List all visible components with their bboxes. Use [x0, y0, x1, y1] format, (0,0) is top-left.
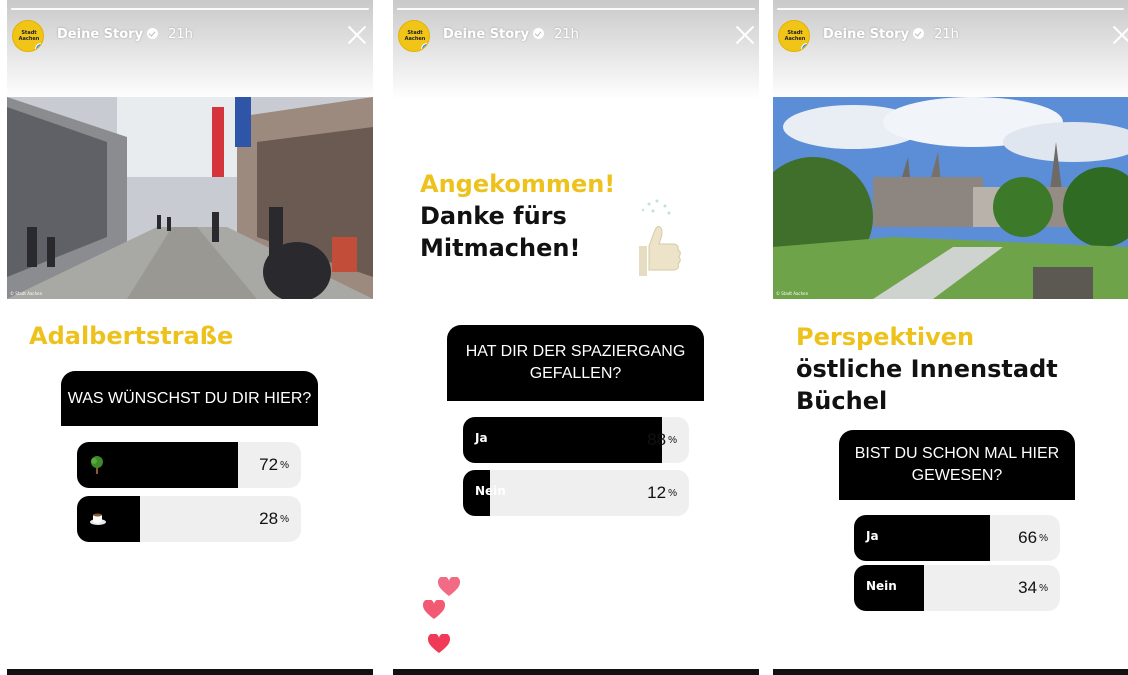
avatar-logo-text: Stadt Aachen: [784, 30, 806, 42]
bottom-bar: [7, 669, 373, 675]
verified-icon: [533, 28, 545, 39]
story-account-line: Deine Story 21h: [443, 27, 579, 42]
headline-line-2: Mitmachen!: [420, 234, 581, 262]
bottom-bar: [773, 669, 1128, 675]
story-header: Stadt Aachen + Deine Story 21h: [12, 20, 373, 52]
cityscape-photo: © Stadt Aachen: [773, 97, 1128, 299]
story-progress-bar: [397, 8, 755, 10]
story-account-name: Deine Story: [443, 27, 530, 42]
poll-question: HAT DIR DER SPAZIERGANG GEFALLEN?: [447, 325, 704, 401]
account-avatar[interactable]: Stadt Aachen +: [778, 20, 810, 52]
street-photo: © Stadt Aachen: [7, 97, 373, 299]
tree-icon: [89, 455, 105, 479]
story-time: 21h: [168, 27, 193, 42]
story-account-name: Deine Story: [823, 27, 910, 42]
poll-option-2[interactable]: 28%: [77, 496, 301, 542]
poll-option-percent: 28%: [259, 509, 289, 528]
story-header: Stadt Aachen + Deine Story 21h: [778, 20, 1128, 52]
poll-question-line-2: GEWESEN?: [911, 467, 1003, 484]
headline-line-1: Danke fürs: [420, 202, 567, 230]
story-account-line: Deine Story 21h: [823, 27, 959, 42]
photo-credit: © Stadt Aachen: [10, 291, 43, 296]
poll-option-fill: [463, 417, 662, 463]
add-story-plus-icon[interactable]: +: [35, 43, 43, 51]
poll-question-line-2: GEFALLEN?: [529, 365, 622, 382]
add-story-plus-icon[interactable]: +: [801, 43, 809, 51]
story-progress-bar: [11, 8, 369, 10]
story-panel-3[interactable]: © Stadt Aachen Stadt Aachen + Deine Stor…: [773, 0, 1128, 675]
story-progress-bar: [777, 8, 1124, 10]
poll-question: BIST DU SCHON MAL HIER GEWESEN?: [839, 430, 1075, 500]
photo-credit: © Stadt Aachen: [776, 291, 809, 296]
poll-question-line-1: BIST DU SCHON MAL HIER: [854, 445, 1060, 462]
close-icon[interactable]: [344, 22, 370, 48]
avatar-logo-text: Stadt Aachen: [18, 30, 40, 42]
poll-option-percent: 34%: [1018, 578, 1048, 597]
poll-question-line-1: HAT DIR DER SPAZIERGANG: [465, 343, 686, 360]
headline-title: Angekommen!: [420, 170, 616, 198]
verified-icon: [913, 28, 925, 39]
verified-icon: [147, 28, 159, 39]
poll-option-percent: 72%: [259, 455, 289, 474]
poll-option-label: Ja: [866, 529, 879, 543]
poll-option-fill: [77, 496, 140, 542]
coffee-icon: [89, 509, 107, 531]
story-panel-2[interactable]: Stadt Aachen + Deine Story 21h Angekommen…: [393, 0, 759, 675]
headline-line-1: östliche Innenstadt: [796, 355, 1058, 383]
poll-option-ja[interactable]: Ja 66%: [854, 515, 1060, 561]
close-icon[interactable]: [1109, 22, 1128, 48]
heart-icon: [427, 633, 451, 658]
story-account-name: Deine Story: [57, 27, 144, 42]
story-header: Stadt Aachen + Deine Story 21h: [398, 20, 759, 52]
thumbs-up-sticker-icon: [629, 198, 685, 284]
poll-option-percent: 66%: [1018, 528, 1048, 547]
poll-option-percent: 12%: [647, 483, 677, 502]
heart-icon: [422, 599, 446, 624]
headline-title: Perspektiven: [796, 323, 975, 351]
headline-line-2: Büchel: [796, 387, 888, 415]
bottom-bar: [393, 669, 759, 675]
poll-option-nein[interactable]: Nein 12%: [463, 470, 689, 516]
poll-option-percent: 88%: [647, 430, 677, 449]
poll-option-label: Nein: [866, 579, 897, 593]
story-time: 21h: [934, 27, 959, 42]
poll-option-1[interactable]: 72%: [77, 442, 301, 488]
story-time: 21h: [554, 27, 579, 42]
story-account-line: Deine Story 21h: [57, 27, 193, 42]
headline-title: Adalbertstraße: [29, 322, 234, 350]
account-avatar[interactable]: Stadt Aachen +: [12, 20, 44, 52]
poll-option-label: Ja: [475, 431, 488, 445]
poll-option-label: Nein: [475, 484, 506, 498]
poll-option-nein[interactable]: Nein 34%: [854, 565, 1060, 611]
story-panel-1[interactable]: © Stadt Aachen Stadt Aachen + Deine Stor…: [7, 0, 373, 675]
heart-icon: [437, 576, 461, 601]
poll-option-ja[interactable]: Ja 88%: [463, 417, 689, 463]
poll-question: WAS WÜNSCHST DU DIR HIER?: [61, 371, 318, 426]
close-icon[interactable]: [732, 22, 758, 48]
avatar-logo-text: Stadt Aachen: [404, 30, 426, 42]
account-avatar[interactable]: Stadt Aachen +: [398, 20, 430, 52]
add-story-plus-icon[interactable]: +: [421, 43, 429, 51]
